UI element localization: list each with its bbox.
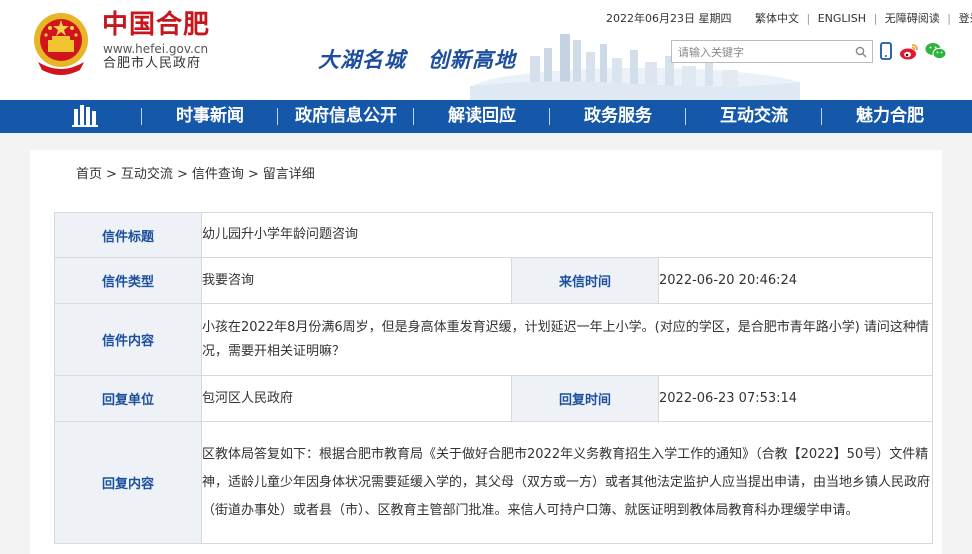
letter-content-label: 信件内容 [54,303,202,376]
reply-content-label: 回复内容 [54,421,202,544]
nav-item-interpretation[interactable]: 解读回应 [415,100,549,133]
nav-divider [413,108,414,125]
building-icon [72,105,98,127]
breadcrumb-current: 留言详细 [262,167,315,182]
current-date: 2022年06月23日 星期四 [606,12,732,25]
table-row: 信件类型 我要咨询 来信时间 2022-06-20 20:46:24 [54,257,933,304]
breadcrumb: 首页 > 互动交流 > 信件查询 > 留言详细 [76,166,315,184]
site-header: 中国合肥 www.hefei.gov.cn 合肥市人民政府 大湖名城 创新高地 … [0,0,972,100]
table-row: 回复内容 区教体局答复如下：根据合肥市教育局《关于做好合肥市2022年义务教育招… [54,421,933,544]
wechat-icon[interactable] [924,40,948,62]
search-icon [855,46,867,58]
table-row: 回复单位 包河区人民政府 回复时间 2022-06-23 07:53:14 [54,375,933,422]
breadcrumb-interaction[interactable]: 互动交流 [121,167,173,182]
breadcrumb-home[interactable]: 首页 [76,167,102,182]
link-traditional-chinese[interactable]: 繁体中文 [755,12,799,25]
letter-type-label: 信件类型 [54,257,202,304]
main-nav: 时事新闻 政府信息公开 解读回应 政务服务 互动交流 魅力合肥 [0,100,972,133]
nav-divider [277,108,278,125]
top-links-bar: 2022年06月23日 星期四 繁体中文 | ENGLISH | 无障碍阅读 |… [606,12,972,26]
reply-time-value: 2022-06-23 07:53:14 [658,375,933,422]
divider: | [947,12,951,25]
nav-item-interaction[interactable]: 互动交流 [687,100,821,133]
letter-title-value: 幼儿园升小学年龄问题咨询 [201,212,933,258]
letter-time-value: 2022-06-20 20:46:24 [658,257,933,304]
reply-time-label: 回复时间 [511,375,659,422]
content-panel: 首页 > 互动交流 > 信件查询 > 留言详细 信件标题 幼儿园升小学年龄问题咨询 信件类型… [30,150,942,554]
reply-unit-value: 包河区人民政府 [201,375,512,422]
nav-divider [549,108,550,125]
nav-divider [141,108,142,125]
letter-content-value: 小孩在2022年8月份满6周岁，但是身高体重发育迟缓，计划延迟一年上小学。(对应… [201,303,933,376]
reply-content-value: 区教体局答复如下：根据合肥市教育局《关于做好合肥市2022年义务教育招生入学工作… [201,421,933,544]
letter-time-label: 来信时间 [511,257,659,304]
logo-subtitle: 合肥市人民政府 [103,56,202,71]
nav-divider [685,108,686,125]
letter-type-value: 我要咨询 [201,257,512,304]
reply-unit-label: 回复单位 [54,375,202,422]
breadcrumb-separator: > [176,167,188,182]
nav-item-charm-hefei[interactable]: 魅力合肥 [823,100,957,133]
letter-title-label: 信件标题 [54,212,202,258]
breadcrumb-letter-query[interactable]: 信件查询 [192,167,244,182]
link-accessibility[interactable]: 无障碍阅读 [885,12,940,25]
link-english[interactable]: ENGLISH [818,12,866,25]
logo-title[interactable]: 中国合肥 [102,10,210,40]
table-row: 信件内容 小孩在2022年8月份满6周岁，但是身高体重发育迟缓，计划延迟一年上小… [54,303,933,376]
national-emblem-icon [34,13,88,75]
nav-item-news[interactable]: 时事新闻 [143,100,277,133]
mobile-icon[interactable] [876,40,896,62]
nav-divider [821,108,822,125]
search-box [671,40,873,63]
divider: | [873,12,878,25]
search-input[interactable] [672,42,848,63]
letter-detail-table: 信件标题 幼儿园升小学年龄问题咨询 信件类型 我要咨询 来信时间 2022-06… [54,212,933,544]
search-button[interactable] [850,41,872,62]
slogan: 大湖名城 创新高地 [318,48,516,72]
table-row: 信件标题 幼儿园升小学年龄问题咨询 [54,212,933,258]
breadcrumb-separator: > [106,167,117,182]
nav-item-gov-info[interactable]: 政府信息公开 [279,100,413,133]
nav-home-icon[interactable] [62,100,108,133]
nav-item-services[interactable]: 政务服务 [551,100,685,133]
divider: | [806,12,811,25]
weibo-icon[interactable] [898,40,920,62]
breadcrumb-separator: > [247,167,259,182]
logo-url: www.hefei.gov.cn [103,42,209,56]
link-login[interactable]: 登录 [959,12,972,25]
